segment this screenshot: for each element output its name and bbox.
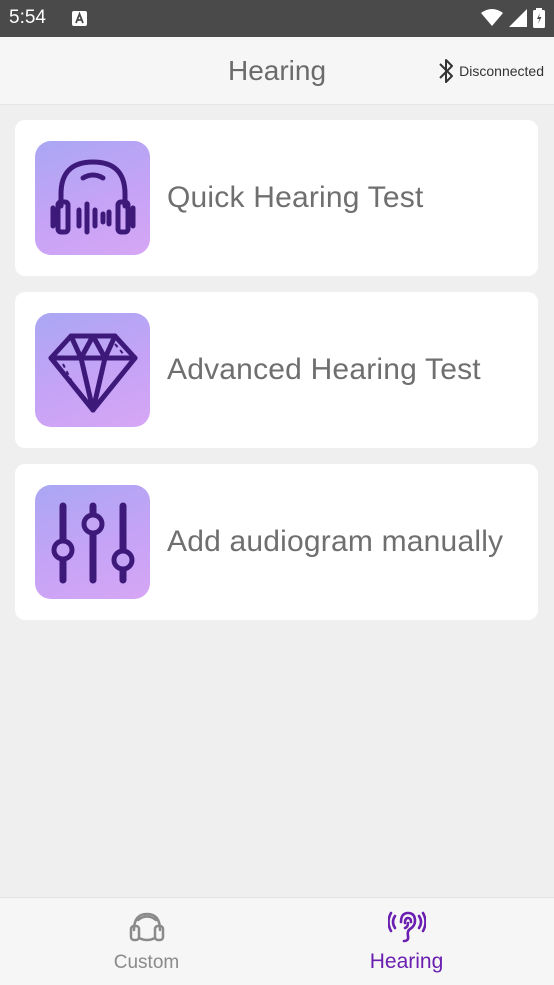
quick-hearing-test-label: Quick Hearing Test	[167, 181, 424, 214]
advanced-hearing-test-label: Advanced Hearing Test	[167, 353, 481, 386]
quick-hearing-test-card[interactable]: Quick Hearing Test	[15, 120, 538, 276]
tab-custom-label: Custom	[113, 952, 180, 973]
advanced-hearing-test-icon-box	[35, 313, 150, 427]
headphones-icon	[50, 159, 135, 235]
app-bar: Hearing Disconnected	[0, 37, 554, 105]
bluetooth-status-text: Disconnected	[459, 63, 544, 79]
bottom-navigation: Custom Hearing	[0, 897, 554, 985]
tab-custom[interactable]: Custom	[8, 898, 285, 985]
add-audiogram-label: Add audiogram manually	[167, 525, 504, 558]
tab-hearing[interactable]: Hearing	[268, 898, 545, 985]
wifi-icon	[481, 9, 503, 26]
ear-icon	[387, 911, 426, 943]
diamond-icon	[48, 333, 137, 413]
bluetooth-icon	[439, 59, 454, 83]
battery-icon	[533, 8, 545, 28]
notification-a-icon	[72, 11, 87, 26]
equalizer-icon	[51, 502, 134, 584]
add-audiogram-card[interactable]: Add audiogram manually	[15, 464, 538, 620]
status-time: 5:54	[9, 7, 46, 28]
bluetooth-status[interactable]: Disconnected	[437, 56, 544, 86]
headset-icon	[129, 912, 164, 942]
advanced-hearing-test-card[interactable]: Advanced Hearing Test	[15, 292, 538, 448]
add-audiogram-icon-box	[35, 485, 150, 599]
tab-hearing-label: Hearing	[369, 950, 444, 973]
quick-hearing-test-icon-box	[35, 141, 150, 255]
signal-icon	[509, 9, 527, 27]
status-bar: 5:54	[0, 0, 554, 37]
